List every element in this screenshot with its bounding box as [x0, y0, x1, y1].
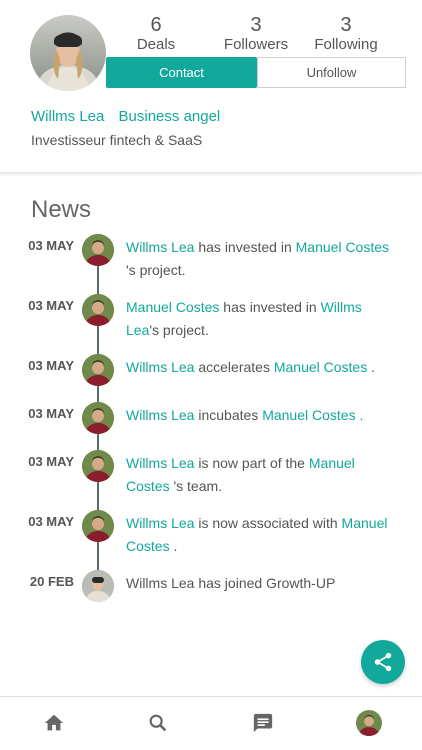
- news-text-part: 's project.: [126, 262, 186, 278]
- stat-followers[interactable]: 3 Followers: [206, 14, 306, 54]
- news-date: 03 MAY: [28, 454, 74, 469]
- news-date: 03 MAY: [28, 358, 74, 373]
- message-icon: [253, 713, 273, 733]
- news-date: 03 MAY: [28, 514, 74, 529]
- news-user-link[interactable]: Willms Lea: [126, 515, 194, 531]
- profile-role: Business angel: [118, 108, 221, 125]
- news-user-link[interactable]: Willms Lea: [126, 455, 194, 471]
- news-title: News: [31, 196, 92, 223]
- stat-deals[interactable]: 6 Deals: [106, 14, 206, 54]
- news-text-part: 's project.: [149, 322, 209, 338]
- news-user-link[interactable]: Manuel Costes: [262, 407, 355, 423]
- news-user-link[interactable]: Willms Lea: [126, 407, 194, 423]
- news-date: 03 MAY: [28, 238, 74, 253]
- news-user-link[interactable]: .: [356, 407, 363, 423]
- news-user-link[interactable]: Manuel Costes: [296, 239, 389, 255]
- news-text: Willms Lea has joined Growth-UP: [126, 572, 396, 595]
- news-text: Willms Lea is now part of the Manuel Cos…: [126, 452, 396, 498]
- news-avatar[interactable]: [82, 510, 114, 542]
- stat-deals-value: 6: [150, 14, 162, 36]
- search-icon: [149, 714, 167, 732]
- news-text-part: .: [367, 359, 376, 375]
- profile-name[interactable]: Willms Lea: [31, 108, 104, 125]
- bottom-nav: [0, 696, 422, 750]
- news-avatar[interactable]: [82, 294, 114, 326]
- news-text-part: .: [169, 538, 178, 554]
- news-text-part: accelerates: [194, 359, 274, 375]
- profile-name-line: Willms Lea Business angel: [31, 108, 230, 125]
- news-avatar[interactable]: [82, 402, 114, 434]
- news-date: 03 MAY: [28, 406, 74, 421]
- nav-profile[interactable]: [355, 709, 383, 737]
- news-text: Willms Lea has invested in Manuel Costes…: [126, 236, 396, 282]
- news-text-part: incubates: [194, 407, 263, 423]
- news-user-link[interactable]: Willms Lea: [126, 359, 194, 375]
- news-user-link[interactable]: Willms Lea: [126, 239, 194, 255]
- news-text-part: has invested in: [219, 299, 321, 315]
- share-button[interactable]: [361, 640, 405, 684]
- profile-header: 6 Deals 3 Followers 3 Following Contact …: [0, 0, 422, 174]
- contact-button[interactable]: Contact: [106, 57, 257, 88]
- nav-search[interactable]: [144, 709, 172, 737]
- profile-bio: Investisseur fintech & SaaS: [31, 132, 203, 148]
- news-text-part: is now part of the: [194, 455, 309, 471]
- news-user-link[interactable]: Manuel Costes: [274, 359, 367, 375]
- news-avatar[interactable]: [82, 570, 114, 602]
- news-text: Willms Lea is now associated with Manuel…: [126, 512, 396, 558]
- news-avatar[interactable]: [82, 234, 114, 266]
- stat-following[interactable]: 3 Following: [296, 14, 396, 54]
- news-date: 20 FEB: [29, 574, 74, 589]
- stat-following-label: Following: [314, 36, 378, 53]
- news-text: Willms Lea accelerates Manuel Costes .: [126, 356, 396, 379]
- news-avatar[interactable]: [82, 354, 114, 386]
- home-icon: [44, 714, 64, 731]
- share-icon: [374, 652, 392, 672]
- news-date: 03 MAY: [28, 298, 74, 313]
- news-text: Manuel Costes has invested in Willms Lea…: [126, 296, 396, 342]
- news-text-part: is now associated with: [194, 515, 342, 531]
- profile-avatar-small: [356, 710, 382, 736]
- stat-following-value: 3: [340, 14, 352, 36]
- news-text-part: has invested in: [194, 239, 296, 255]
- stat-deals-label: Deals: [136, 36, 176, 53]
- news-text-part: 's team.: [169, 478, 223, 494]
- news-text: Willms Lea incubates Manuel Costes .: [126, 404, 396, 427]
- news-avatar[interactable]: [82, 450, 114, 482]
- news-user-link[interactable]: Manuel Costes: [126, 299, 219, 315]
- stat-followers-value: 3: [250, 14, 262, 36]
- nav-home[interactable]: [40, 709, 68, 737]
- unfollow-button[interactable]: Unfollow: [257, 57, 406, 88]
- profile-avatar: [30, 15, 106, 91]
- nav-messages[interactable]: [249, 709, 277, 737]
- stat-followers-label: Followers: [223, 36, 289, 53]
- news-text-part: Willms Lea has joined Growth-UP: [126, 575, 336, 591]
